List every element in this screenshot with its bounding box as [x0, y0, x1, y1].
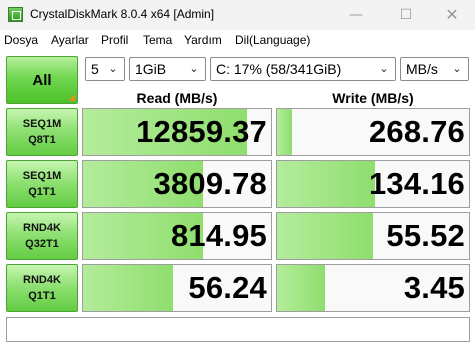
test-button-rnd4k-q32t1[interactable]: RND4K Q32T1 [6, 212, 78, 260]
write-result-seq1m-q1t1: 134.16 [276, 160, 470, 208]
write-value: 3.45 [403, 270, 465, 305]
test-params: Q1T1 [28, 186, 56, 198]
write-result-rnd4k-q32t1: 55.52 [276, 212, 470, 260]
test-params: Q1T1 [28, 290, 56, 302]
menu-yardim[interactable]: Yardım [184, 33, 222, 47]
unit-value: MB/s [406, 61, 438, 77]
read-value: 3809.78 [153, 166, 267, 201]
write-result-seq1m-q8t1: 268.76 [276, 108, 470, 156]
menu-bar: Dosya Ayarlar Profil Tema Yardım Dil(Lan… [0, 30, 475, 50]
write-value: 55.52 [386, 218, 465, 253]
test-size-value: 1GiB [135, 61, 167, 77]
chevron-down-icon: ⌄ [189, 62, 199, 75]
drive-select[interactable]: C: 17% (58/341GiB) ⌄ [210, 57, 396, 81]
read-result-seq1m-q8t1: 12859.37 [82, 108, 272, 156]
test-button-seq1m-q8t1[interactable]: SEQ1M Q8T1 [6, 108, 78, 156]
read-column-header: Read (MB/s) [136, 90, 218, 106]
test-size-select[interactable]: 1GiB ⌄ [129, 57, 206, 81]
chevron-down-icon: ⌄ [379, 62, 389, 75]
close-button[interactable]: ✕ [429, 0, 475, 30]
drive-value: C: 17% (58/341GiB) [216, 61, 342, 77]
app-icon [8, 7, 23, 22]
corner-marker [68, 94, 75, 101]
write-level-bar [277, 213, 373, 259]
test-name: RND4K [23, 222, 61, 234]
test-params: Q8T1 [28, 134, 56, 146]
menu-dosya[interactable]: Dosya [4, 33, 38, 47]
menu-ayarlar[interactable]: Ayarlar [51, 33, 89, 47]
all-button[interactable]: All [6, 56, 78, 104]
read-result-seq1m-q1t1: 3809.78 [82, 160, 272, 208]
minimize-button[interactable]: — [333, 0, 379, 30]
maximize-button[interactable]: ☐ [383, 0, 429, 30]
write-result-rnd4k-q1t1: 3.45 [276, 264, 470, 312]
read-result-rnd4k-q1t1: 56.24 [82, 264, 272, 312]
test-count-value: 5 [91, 61, 99, 77]
comment-field[interactable] [6, 317, 470, 342]
write-value: 134.16 [368, 166, 465, 201]
menu-tema[interactable]: Tema [143, 33, 172, 47]
write-column-header: Write (MB/s) [332, 90, 414, 106]
unit-select[interactable]: MB/s ⌄ [400, 57, 469, 81]
test-name: SEQ1M [22, 170, 62, 182]
write-level-bar [277, 109, 293, 155]
test-name: RND4K [23, 274, 61, 286]
chevron-down-icon: ⌄ [452, 62, 462, 75]
test-button-rnd4k-q1t1[interactable]: RND4K Q1T1 [6, 264, 78, 312]
read-value: 56.24 [188, 270, 267, 305]
window-title: CrystalDiskMark 8.0.4 x64 [Admin] [30, 7, 215, 21]
title-bar: CrystalDiskMark 8.0.4 x64 [Admin] — ☐ ✕ [0, 0, 475, 30]
write-value: 268.76 [368, 114, 465, 149]
read-result-rnd4k-q32t1: 814.95 [82, 212, 272, 260]
test-button-seq1m-q1t1[interactable]: SEQ1M Q1T1 [6, 160, 78, 208]
test-params: Q32T1 [25, 238, 59, 250]
test-name: SEQ1M [22, 118, 62, 130]
chevron-down-icon: ⌄ [108, 62, 118, 75]
read-value: 12859.37 [136, 114, 267, 149]
write-level-bar [277, 161, 375, 207]
read-value: 814.95 [170, 218, 267, 253]
all-button-label: All [32, 72, 52, 89]
test-count-select[interactable]: 5 ⌄ [85, 57, 125, 81]
read-level-bar [83, 265, 174, 311]
menu-profil[interactable]: Profil [101, 33, 128, 47]
write-level-bar [277, 265, 325, 311]
menu-language[interactable]: Dil(Language) [235, 33, 310, 47]
